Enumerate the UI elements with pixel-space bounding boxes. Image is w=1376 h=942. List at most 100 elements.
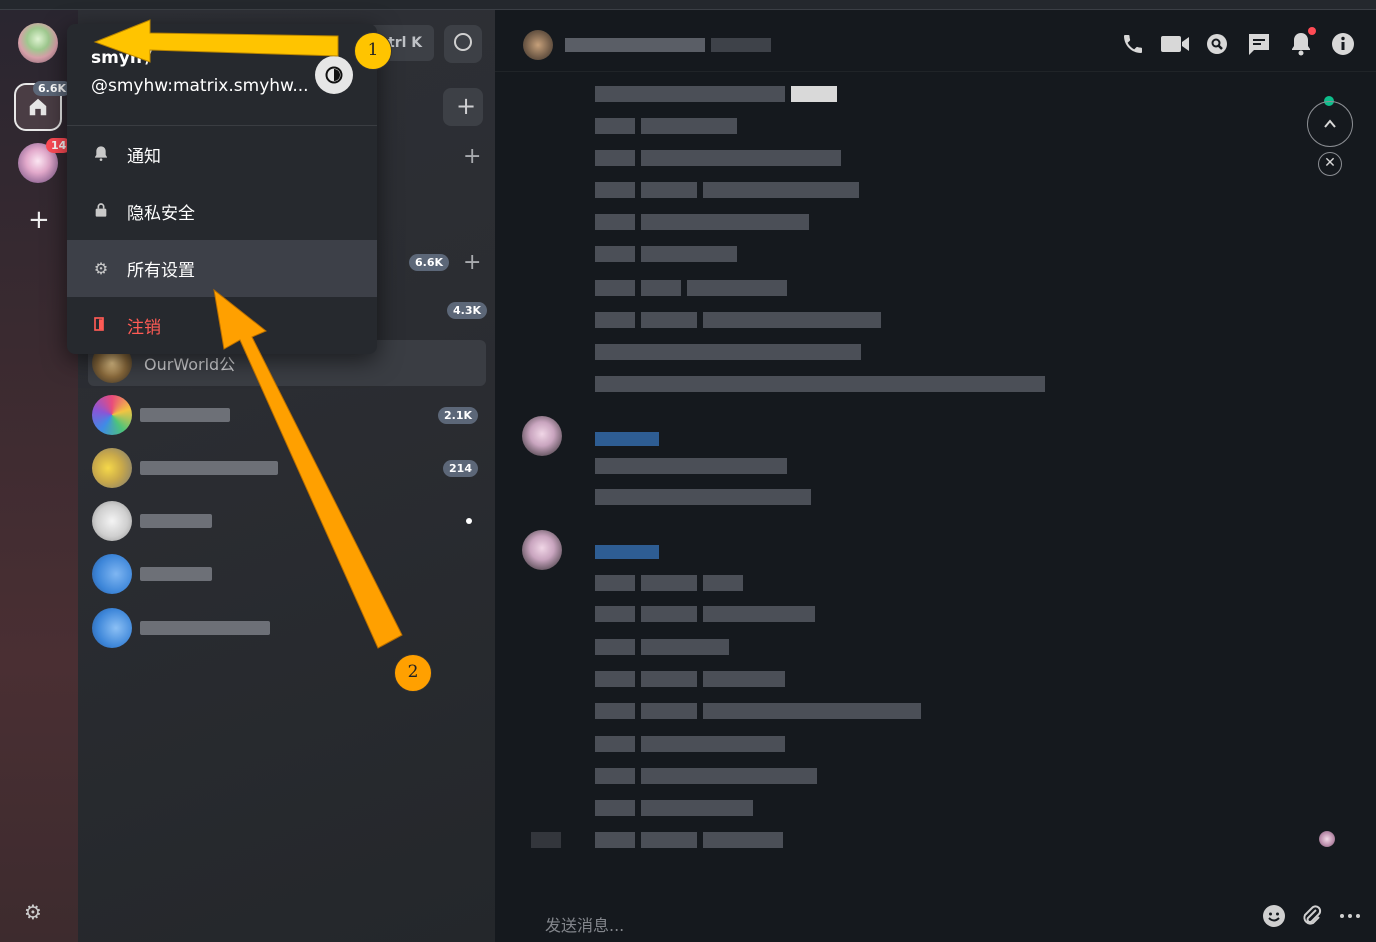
menu-item-label: 所有设置 <box>127 261 195 281</box>
window-top-bar <box>0 0 1376 10</box>
section-add-icon[interactable]: + <box>463 144 481 169</box>
sender-name-redacted[interactable] <box>595 545 659 559</box>
section-unread-badge: 4.3K <box>446 302 487 319</box>
menu-item-label: 通知 <box>127 147 161 167</box>
room-header-actions <box>1118 27 1358 59</box>
plus-icon: + <box>456 92 477 120</box>
composer-input[interactable]: 发送消息... <box>545 912 624 936</box>
add-room-button[interactable]: + <box>443 88 483 126</box>
video-call-icon[interactable] <box>1160 29 1190 59</box>
message-line <box>595 489 811 505</box>
message-line <box>595 344 861 360</box>
menu-item-notifications[interactable]: 通知 <box>67 126 377 183</box>
read-receipt-avatar <box>1319 831 1335 847</box>
room-avatar <box>92 554 132 594</box>
message-line <box>595 458 787 474</box>
room-header-topic-redacted <box>711 38 771 52</box>
room-header <box>495 10 1376 72</box>
message-line <box>595 703 921 719</box>
threads-icon[interactable] <box>1244 29 1274 59</box>
room-name-redacted <box>140 621 270 635</box>
room-unread-badge: 214 <box>443 459 478 477</box>
message-line <box>595 768 817 784</box>
message-line <box>595 575 743 591</box>
theme-toggle-button[interactable] <box>315 56 353 94</box>
room-avatar <box>92 608 132 648</box>
room-avatar <box>92 395 132 435</box>
bell-icon <box>91 145 111 165</box>
message-composer: 发送消息... <box>495 876 1376 942</box>
room-avatar <box>92 448 132 488</box>
message-line <box>595 86 837 102</box>
user-avatar[interactable] <box>18 23 58 63</box>
emoji-icon[interactable] <box>1262 904 1286 934</box>
room-item[interactable] <box>88 551 486 597</box>
menu-item-privacy-security[interactable]: 隐私安全 <box>67 183 377 240</box>
sender-avatar[interactable] <box>522 416 562 456</box>
user-id: @smyhw:matrix.smyhw... <box>91 76 309 96</box>
room-name-redacted <box>140 514 212 528</box>
home-icon <box>29 98 47 116</box>
dismiss-jump-button[interactable]: ✕ <box>1318 152 1342 176</box>
message-line <box>595 246 737 262</box>
composer-actions <box>1262 904 1362 934</box>
message-line <box>595 639 729 655</box>
section-add-icon[interactable]: + <box>463 250 481 275</box>
message-line <box>595 150 841 166</box>
message-line <box>595 800 753 816</box>
room-header-name-redacted <box>565 38 705 52</box>
theme-contrast-icon <box>325 66 343 84</box>
user-context-menu: smyh / @smyhw:matrix.smyhw... 通知 隐私安全 ⚙ … <box>67 24 377 354</box>
sender-name-redacted[interactable] <box>595 432 659 446</box>
explore-rooms-button[interactable] <box>444 25 482 63</box>
message-line <box>595 832 783 848</box>
message-line <box>595 312 881 328</box>
room-unread-badge: 2.1K <box>437 406 478 424</box>
room-item[interactable]: 214 <box>88 445 486 491</box>
message-line <box>595 376 1045 392</box>
room-name: OurWorld公 <box>144 355 236 374</box>
callout-badge-1: 1 <box>354 32 392 70</box>
menu-item-sign-out[interactable]: 注销 <box>67 297 377 354</box>
notification-dot <box>1308 27 1316 35</box>
room-name-redacted <box>140 567 212 581</box>
add-space-button[interactable]: + <box>28 207 50 233</box>
lock-icon <box>91 202 111 222</box>
search-shortcut-label: trl K <box>388 35 423 51</box>
room-name-redacted <box>140 408 230 422</box>
chevron-up-icon <box>1324 119 1336 128</box>
quick-settings-gear-icon[interactable]: ⚙ <box>24 900 42 924</box>
message-line <box>595 118 737 134</box>
callout-badge-2: 2 <box>394 654 432 692</box>
message-line <box>595 280 787 296</box>
attachment-icon[interactable] <box>1300 904 1324 934</box>
voice-call-icon[interactable] <box>1118 29 1148 59</box>
logout-icon <box>91 316 111 336</box>
jump-to-unread-button[interactable] <box>1307 101 1353 147</box>
search-icon[interactable] <box>1202 29 1232 59</box>
unread-dot <box>466 518 472 524</box>
message-line <box>595 606 815 622</box>
message-line <box>595 182 859 198</box>
room-avatar <box>92 501 132 541</box>
more-options-icon[interactable] <box>1338 904 1362 934</box>
user-display-name: smyh / <box>91 48 152 68</box>
message-line <box>595 214 809 230</box>
sender-avatar[interactable] <box>522 530 562 570</box>
menu-item-label: 隐私安全 <box>127 204 195 224</box>
notifications-bell-icon[interactable] <box>1286 27 1316 59</box>
compass-icon <box>454 33 472 51</box>
home-unread-badge: 6.6K <box>33 81 72 96</box>
menu-item-label: 注销 <box>127 318 161 338</box>
room-item[interactable] <box>88 498 486 544</box>
section-unread-badge: 6.6K <box>408 254 449 271</box>
room-name-redacted <box>140 461 278 475</box>
room-header-avatar[interactable] <box>523 30 553 60</box>
message-line <box>595 736 785 752</box>
room-info-icon[interactable] <box>1328 29 1358 59</box>
room-item[interactable] <box>88 605 486 651</box>
room-timeline: ✕ 发送消息... <box>495 10 1376 942</box>
message-timestamp-redacted <box>531 832 561 848</box>
room-item[interactable]: 2.1K <box>88 392 486 438</box>
menu-item-all-settings[interactable]: ⚙ 所有设置 <box>67 240 377 297</box>
